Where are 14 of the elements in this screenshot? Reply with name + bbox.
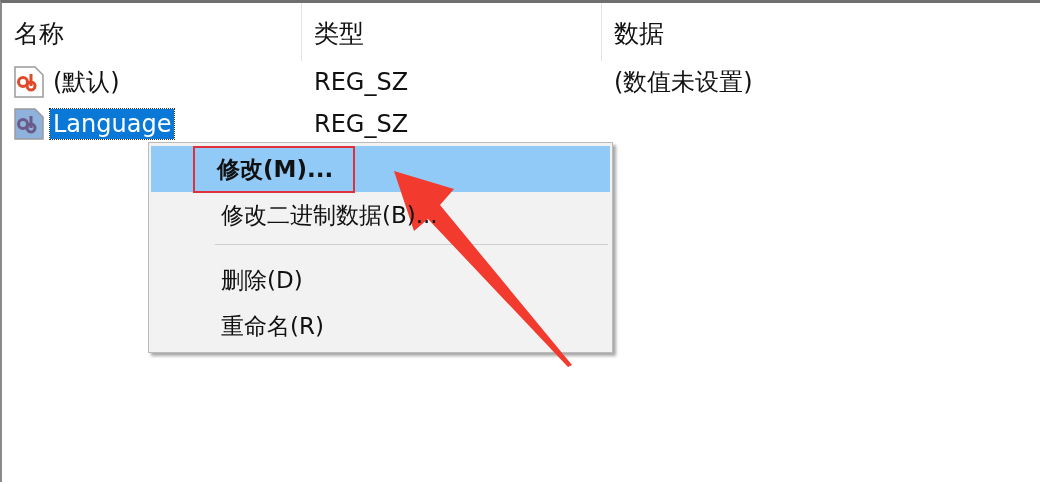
document-icon	[12, 107, 46, 141]
document-icon	[12, 65, 46, 99]
highlight-frame: 修改(M)...	[193, 145, 356, 193]
column-header[interactable]: 名称	[2, 3, 302, 61]
value-type: REG_SZ	[313, 68, 410, 96]
column-header[interactable]: 数据	[602, 3, 1040, 61]
menu-item[interactable]: 重命名(R)	[151, 303, 610, 349]
value-data: (数值未设置)	[614, 67, 753, 98]
value-name[interactable]: (默认)	[50, 65, 123, 99]
value-name[interactable]: Language	[50, 109, 175, 139]
column-header[interactable]: 类型	[302, 3, 602, 61]
value-type: REG_SZ	[313, 110, 410, 138]
menu-item[interactable]: 修改(M)...	[151, 146, 610, 192]
menu-item[interactable]: 删除(D)	[151, 257, 610, 303]
